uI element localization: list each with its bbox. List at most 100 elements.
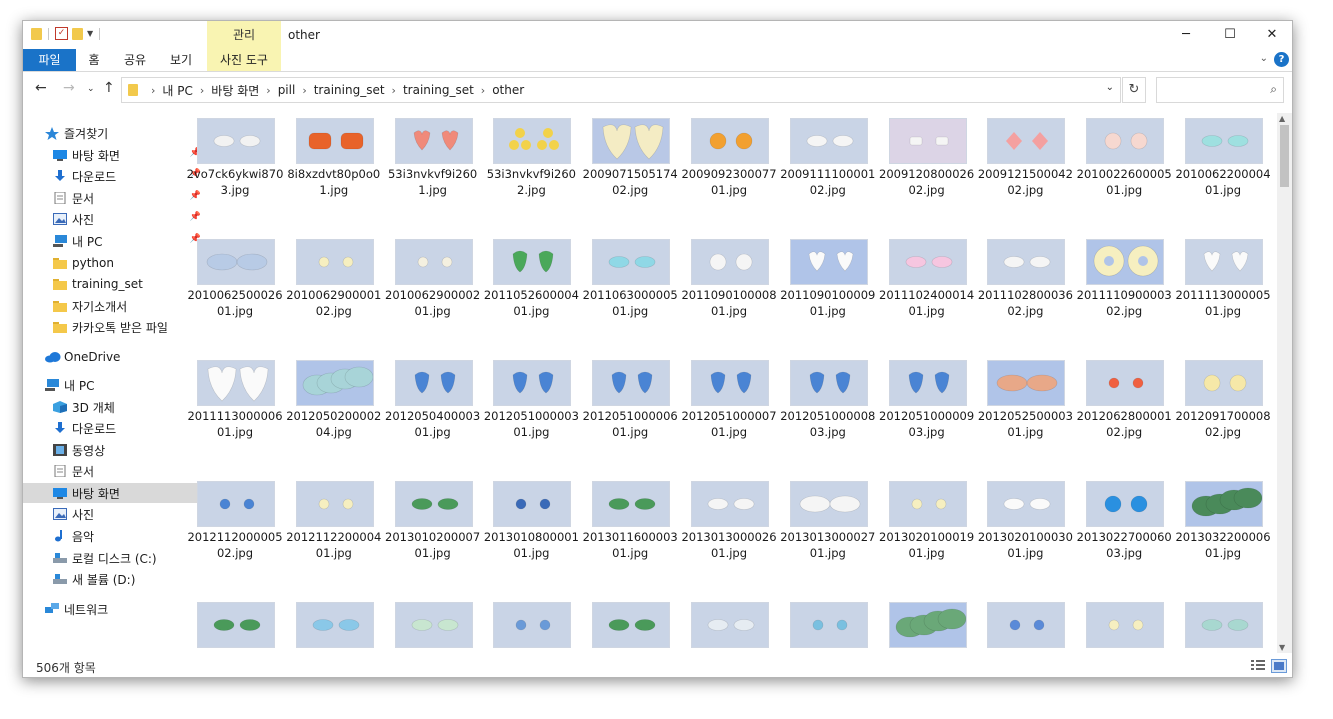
file-thumbnail[interactable] bbox=[789, 602, 868, 648]
file-item[interactable]: 53i3nvkvf9i2601.jpg bbox=[384, 118, 482, 228]
file-thumbnail[interactable] bbox=[493, 118, 572, 164]
file-thumbnail[interactable] bbox=[691, 118, 769, 164]
file-item[interactable]: 201111300000501.jpg bbox=[1174, 239, 1272, 349]
file-thumbnail[interactable] bbox=[987, 239, 1066, 285]
file-thumbnail[interactable] bbox=[888, 118, 967, 164]
file-item[interactable]: 201301300002701.jpg bbox=[779, 481, 877, 591]
breadcrumb-item[interactable]: other bbox=[492, 83, 524, 97]
file-item[interactable]: 201303220000601.jpg bbox=[1174, 481, 1272, 591]
file-thumbnail[interactable] bbox=[592, 239, 671, 285]
tab-picture-tools[interactable]: 사진 도구 bbox=[207, 49, 281, 71]
file-item[interactable]: 201301080000101.jpg bbox=[482, 481, 580, 591]
forward-icon[interactable]: → bbox=[63, 80, 75, 96]
file-item[interactable]: 201006250002601.jpg bbox=[186, 239, 284, 349]
file-thumbnail[interactable] bbox=[493, 602, 572, 648]
breadcrumb-item[interactable]: training_set bbox=[403, 83, 474, 97]
file-thumbnail[interactable] bbox=[1185, 602, 1263, 648]
file-thumbnail[interactable] bbox=[987, 118, 1066, 164]
file-thumbnail[interactable] bbox=[1086, 481, 1165, 527]
large-icons-view-icon[interactable] bbox=[1271, 659, 1287, 673]
file-thumbnail[interactable] bbox=[789, 481, 868, 527]
file-thumbnail[interactable] bbox=[592, 360, 671, 406]
file-item[interactable]: 201110240001401.jpg bbox=[878, 239, 976, 349]
file-thumbnail[interactable] bbox=[295, 360, 374, 406]
file-item[interactable]: 201205100000701.jpg bbox=[680, 360, 778, 470]
file-item[interactable]: 201205100000803.jpg bbox=[779, 360, 877, 470]
breadcrumb-item[interactable]: pill bbox=[278, 83, 296, 97]
file-item[interactable]: 201106300000501.jpg bbox=[581, 239, 679, 349]
scrollbar-thumb[interactable] bbox=[1280, 125, 1289, 187]
address-bar[interactable]: › 내 PC › 바탕 화면 › pill › training_set › t… bbox=[121, 77, 1121, 103]
file-thumbnail[interactable] bbox=[295, 118, 374, 164]
file-item[interactable]: 201006220000401.jpg bbox=[1174, 118, 1272, 228]
file-item[interactable]: 201301020000701.jpg bbox=[384, 481, 482, 591]
back-icon[interactable]: ← bbox=[35, 80, 47, 96]
scroll-down-icon[interactable]: ▼ bbox=[1279, 643, 1285, 652]
file-thumbnail[interactable] bbox=[1086, 118, 1165, 164]
nav-item[interactable]: 네트워크 bbox=[23, 599, 197, 619]
vertical-scrollbar[interactable]: ▲ ▼ bbox=[1277, 113, 1292, 653]
file-item[interactable]: 201211220000401.jpg bbox=[285, 481, 383, 591]
minimize-button[interactable]: ─ bbox=[1164, 21, 1208, 49]
file-item[interactable]: 201006290000201.jpg bbox=[384, 239, 482, 349]
file-item[interactable] bbox=[384, 602, 482, 653]
recent-locations-icon[interactable]: ⌄ bbox=[87, 84, 95, 94]
breadcrumb-item[interactable]: 바탕 화면 bbox=[211, 82, 259, 99]
file-item[interactable]: 200912080002602.jpg bbox=[878, 118, 976, 228]
file-item[interactable]: 201302010003001.jpg bbox=[976, 481, 1074, 591]
file-item[interactable]: 200907150517402.jpg bbox=[581, 118, 679, 228]
file-item[interactable]: 200912150004202.jpg bbox=[976, 118, 1074, 228]
file-item[interactable] bbox=[680, 602, 778, 653]
file-item[interactable]: 201302010001901.jpg bbox=[878, 481, 976, 591]
file-item[interactable]: 201205040000301.jpg bbox=[384, 360, 482, 470]
expand-ribbon-icon[interactable]: ⌄ bbox=[1260, 53, 1268, 64]
file-thumbnail[interactable] bbox=[691, 239, 769, 285]
file-item[interactable] bbox=[186, 602, 284, 653]
file-item[interactable]: 201302270006003.jpg bbox=[1075, 481, 1173, 591]
file-thumbnail[interactable] bbox=[295, 481, 374, 527]
file-item[interactable]: 200911110000102.jpg bbox=[779, 118, 877, 228]
tab-home[interactable]: 홈 bbox=[81, 49, 107, 71]
file-item[interactable]: 201209170000802.jpg bbox=[1174, 360, 1272, 470]
file-item[interactable]: 201205100000903.jpg bbox=[878, 360, 976, 470]
help-icon[interactable]: ? bbox=[1274, 52, 1289, 67]
file-thumbnail[interactable] bbox=[987, 602, 1066, 648]
file-item[interactable] bbox=[285, 602, 383, 653]
file-thumbnail[interactable] bbox=[789, 239, 868, 285]
file-thumbnail[interactable] bbox=[1086, 239, 1165, 285]
file-thumbnail[interactable] bbox=[493, 239, 572, 285]
file-thumbnail[interactable] bbox=[394, 239, 473, 285]
file-thumbnail[interactable] bbox=[394, 360, 473, 406]
file-thumbnail[interactable] bbox=[592, 602, 671, 648]
file-item[interactable]: 201110280003602.jpg bbox=[976, 239, 1074, 349]
file-item[interactable]: 201205250000301.jpg bbox=[976, 360, 1074, 470]
file-thumbnail[interactable] bbox=[691, 360, 769, 406]
search-input[interactable] bbox=[1161, 78, 1265, 102]
file-item[interactable] bbox=[1075, 602, 1173, 653]
file-item[interactable]: 201301160000301.jpg bbox=[581, 481, 679, 591]
file-thumbnail[interactable] bbox=[987, 360, 1066, 406]
properties-icon[interactable]: ✓ bbox=[55, 27, 68, 40]
file-thumbnail[interactable] bbox=[888, 481, 967, 527]
file-thumbnail[interactable] bbox=[691, 602, 769, 648]
file-item[interactable]: 8i8xzdvt80p0o01.jpg bbox=[285, 118, 383, 228]
file-thumbnail[interactable] bbox=[1185, 239, 1263, 285]
file-thumbnail[interactable] bbox=[394, 602, 473, 648]
file-item[interactable]: 2vo7ck6ykwi8703.jpg bbox=[186, 118, 284, 228]
file-thumbnail[interactable] bbox=[493, 360, 572, 406]
close-button[interactable]: ✕ bbox=[1250, 21, 1292, 49]
tab-share[interactable]: 공유 bbox=[115, 49, 155, 71]
file-thumbnail[interactable] bbox=[888, 602, 967, 648]
file-thumbnail[interactable] bbox=[888, 360, 967, 406]
search-box[interactable]: ⌕ bbox=[1156, 77, 1284, 103]
file-thumbnail[interactable] bbox=[1185, 481, 1263, 527]
file-item[interactable]: 201111300000601.jpg bbox=[186, 360, 284, 470]
file-item[interactable] bbox=[779, 602, 877, 653]
scroll-up-icon[interactable]: ▲ bbox=[1279, 114, 1285, 123]
file-item[interactable] bbox=[1174, 602, 1272, 653]
file-item[interactable] bbox=[581, 602, 679, 653]
maximize-button[interactable]: ☐ bbox=[1208, 21, 1252, 49]
nav-item[interactable]: 즐겨찾기 bbox=[23, 123, 197, 143]
file-thumbnail[interactable] bbox=[1185, 360, 1263, 406]
file-thumbnail[interactable] bbox=[1185, 118, 1263, 164]
